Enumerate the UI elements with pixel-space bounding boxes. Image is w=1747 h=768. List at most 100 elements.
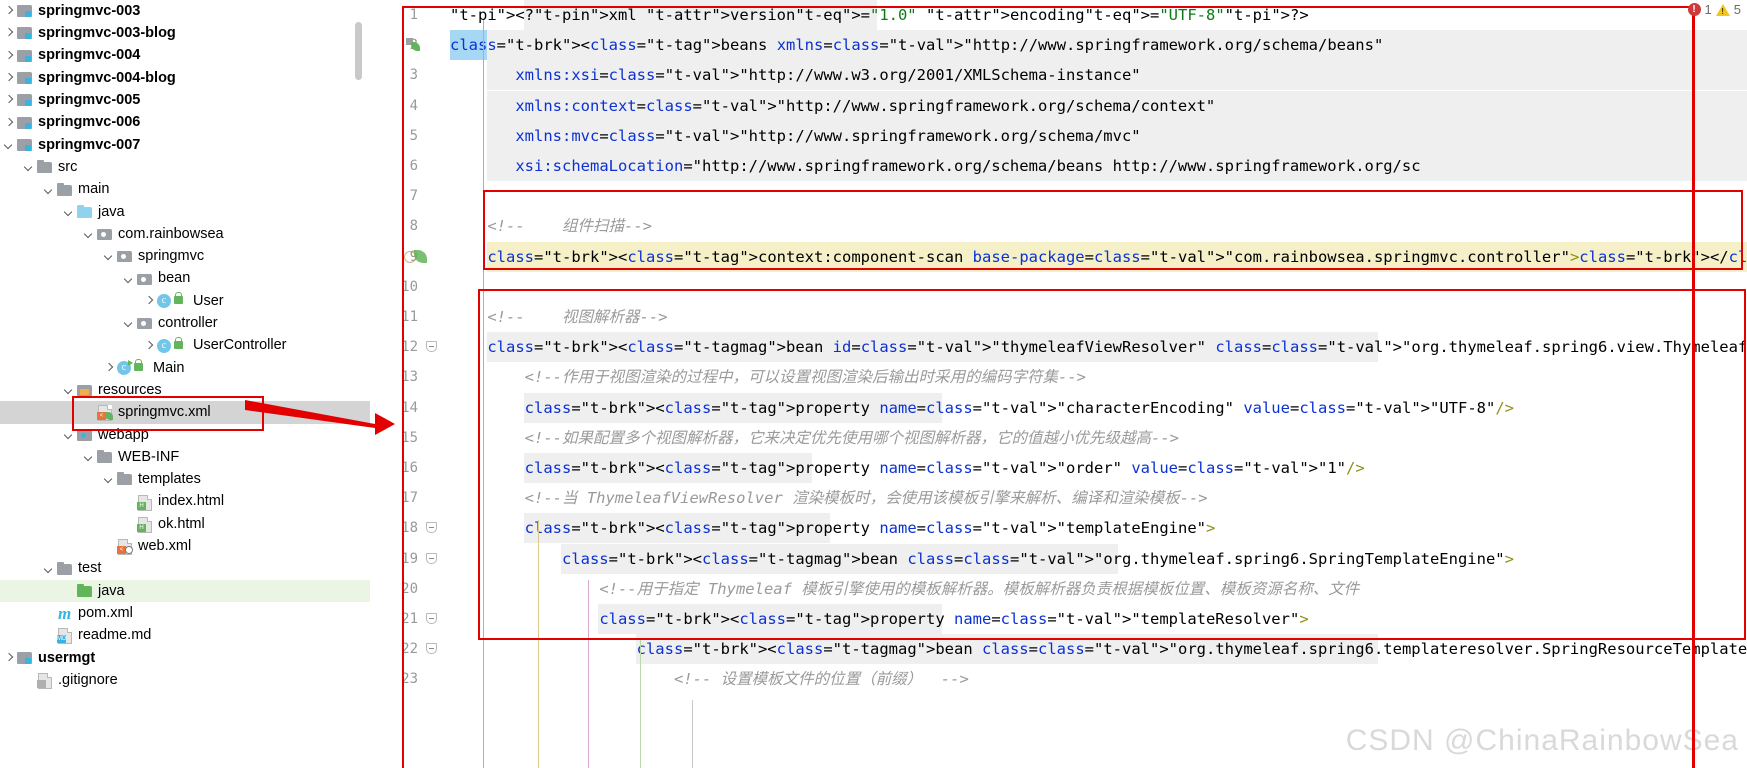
chevron-right-icon[interactable] (2, 651, 15, 664)
tree-item-main[interactable]: c Main (0, 357, 370, 379)
chevron-down-icon[interactable] (62, 384, 75, 397)
tree-item-readme-md[interactable]: MD readme.md (0, 624, 370, 646)
tree-item--gitignore[interactable]: .gitignore (0, 669, 370, 691)
java-class-icon: c (157, 336, 189, 354)
tree-item-com-rainbowsea[interactable]: com.rainbowsea (0, 223, 370, 245)
tree-item-springmvc-004[interactable]: springmvc-004 (0, 45, 370, 67)
tree-item-usercontroller[interactable]: c UserController (0, 334, 370, 356)
editor-gutter[interactable]: 1234567891011121314151617181920212223 (370, 0, 450, 768)
chevron-down-icon[interactable] (42, 562, 55, 575)
chevron-right-icon[interactable] (142, 339, 155, 352)
spring-scan-gutter-icon[interactable] (404, 250, 416, 263)
code-line[interactable]: class="t-brk"><class="t-tag">beans xmlns… (450, 30, 1383, 60)
tree-item-springmvc-004-blog[interactable]: springmvc-004-blog (0, 67, 370, 89)
line-number: 5 (409, 127, 418, 144)
code-line[interactable]: class="t-brk"><class="t-tag">property na… (450, 393, 1514, 423)
chevron-right-icon[interactable] (102, 361, 115, 374)
fold-toggle-icon[interactable] (426, 643, 437, 655)
code-line[interactable]: "t-pi"><?"t-pin">xml "t-attr">version"t-… (450, 0, 1309, 30)
chevron-right-icon[interactable] (2, 49, 15, 62)
tree-item-label: springmvc-006 (38, 114, 141, 131)
tree-item-pom-xml[interactable]: pom.xml (0, 602, 370, 624)
tree-item-web-xml[interactable]: < web.xml (0, 535, 370, 557)
fold-toggle-icon[interactable] (426, 341, 437, 353)
chevron-down-icon[interactable] (42, 183, 55, 196)
tree-item-springmvc-003-blog[interactable]: springmvc-003-blog (0, 22, 370, 44)
module-folder-icon (17, 48, 34, 64)
code-editor[interactable]: ! 1 5 1234567891011121314151617181920212… (370, 0, 1747, 768)
tree-item-springmvc-003[interactable]: springmvc-003 (0, 0, 370, 22)
chevron-down-icon[interactable] (82, 451, 95, 464)
line-number: 19 (401, 550, 418, 567)
code-line[interactable]: <!-- 设置模板文件的位置（前缀） --> (450, 664, 969, 694)
gitignore-file-icon (37, 672, 54, 690)
tree-item-springmvc-xml[interactable]: < springmvc.xml (0, 401, 370, 424)
sources-folder-icon (77, 204, 94, 220)
tree-item-web-inf[interactable]: WEB-INF (0, 446, 370, 468)
code-line[interactable]: <!--用于指定 Thymeleaf 模板引擎使用的模板解析器。模板解析器负责根… (450, 574, 1359, 604)
fold-toggle-icon[interactable] (426, 522, 437, 534)
chevron-down-icon[interactable] (82, 228, 95, 241)
code-line[interactable]: xmlns:context=class="t-val">"http://www.… (450, 91, 1215, 121)
tree-item-controller[interactable]: controller (0, 312, 370, 334)
code-line[interactable]: <!--如果配置多个视图解析器，它来决定优先使用哪个视图解析器，它的值越小优先级… (450, 423, 1179, 453)
tree-item-index-html[interactable]: Hindex.html (0, 491, 370, 513)
chevron-down-icon[interactable] (122, 272, 135, 285)
tree-item-springmvc-006[interactable]: springmvc-006 (0, 111, 370, 133)
fold-toggle-icon[interactable] (426, 613, 437, 624)
tree-item-ok-html[interactable]: Hok.html (0, 513, 370, 535)
code-line[interactable]: xsi:schemaLocation="http://www.springfra… (450, 151, 1420, 181)
tree-item-springmvc-005[interactable]: springmvc-005 (0, 89, 370, 111)
tree-scrollbar-thumb[interactable] (355, 22, 362, 80)
chevron-right-icon[interactable] (2, 5, 15, 18)
code-line[interactable]: xmlns:xsi=class="t-val">"http://www.w3.o… (450, 60, 1140, 90)
editor-code-area[interactable]: "t-pi"><?"t-pin">xml "t-attr">version"t-… (450, 0, 1747, 768)
tree-item-main[interactable]: main (0, 178, 370, 200)
tree-item-bean[interactable]: bean (0, 268, 370, 290)
chevron-down-icon[interactable] (102, 250, 115, 263)
code-line[interactable]: class="t-brk"><class="t-tagmag">bean id=… (450, 332, 1747, 362)
chevron-down-icon[interactable] (62, 205, 75, 218)
code-line[interactable]: class="t-brk"><class="t-tag">context:com… (450, 242, 1747, 272)
code-line[interactable]: class="t-brk"><class="t-tag">property na… (450, 453, 1365, 483)
tree-item-label: springmvc-004 (38, 47, 141, 64)
tree-item-springmvc-007[interactable]: springmvc-007 (0, 134, 370, 156)
chevron-right-icon[interactable] (2, 94, 15, 107)
tree-item-src[interactable]: src (0, 156, 370, 178)
chevron-right-icon[interactable] (2, 72, 15, 85)
tree-item-templates[interactable]: templates (0, 468, 370, 490)
code-line[interactable]: <!-- 组件扫描--> (450, 211, 652, 241)
project-tool-window[interactable]: springmvc-003 springmvc-003-blog springmvc… (0, 0, 370, 768)
fold-toggle-icon[interactable] (426, 552, 437, 564)
chevron-down-icon[interactable] (62, 428, 75, 441)
chevron-down-icon[interactable] (102, 473, 115, 486)
code-line[interactable]: class="t-brk"><class="t-tag">property na… (450, 604, 1308, 634)
chevron-down-icon[interactable] (22, 161, 35, 174)
tree-item-springmvc[interactable]: springmvc (0, 245, 370, 267)
chevron-down-icon[interactable] (122, 317, 135, 330)
code-line[interactable]: class="t-brk"><class="t-tagmag">bean cla… (450, 634, 1747, 664)
code-line[interactable]: xmlns:mvc=class="t-val">"http://www.spri… (450, 121, 1140, 151)
tree-item-usermgt[interactable]: usermgt (0, 647, 370, 669)
chevron-right-icon[interactable] (2, 116, 15, 129)
code-line[interactable]: <!--当 ThymeleafViewResolver 渲染模板时，会使用该模板… (450, 483, 1208, 513)
spring-bean-gutter-icon[interactable] (406, 38, 420, 52)
code-line[interactable]: class="t-brk"><class="t-tag">property na… (450, 513, 1216, 543)
tree-item-label: springmvc-003 (38, 2, 141, 19)
module-folder-icon (17, 650, 34, 666)
code-line[interactable]: class="t-brk"><class="t-tagmag">bean cla… (450, 544, 1514, 574)
module-folder-icon (17, 70, 34, 86)
tree-item-test[interactable]: test (0, 557, 370, 579)
tree-item-java[interactable]: java (0, 579, 370, 603)
tree-item-user[interactable]: c User (0, 290, 370, 312)
chevron-down-icon[interactable] (2, 138, 15, 151)
code-line[interactable]: <!--作用于视图渲染的过程中，可以设置视图渲染后输出时采用的编码字符集--> (450, 362, 1086, 392)
tree-item-resources[interactable]: resources (0, 379, 370, 401)
inspection-widget[interactable]: ! 1 5 (1687, 2, 1741, 17)
tree-item-java[interactable]: java (0, 201, 370, 223)
tree-item-webapp[interactable]: webapp (0, 424, 370, 446)
chevron-right-icon[interactable] (142, 295, 155, 308)
chevron-right-icon[interactable] (2, 27, 15, 40)
test-sources-folder-icon (77, 583, 94, 599)
